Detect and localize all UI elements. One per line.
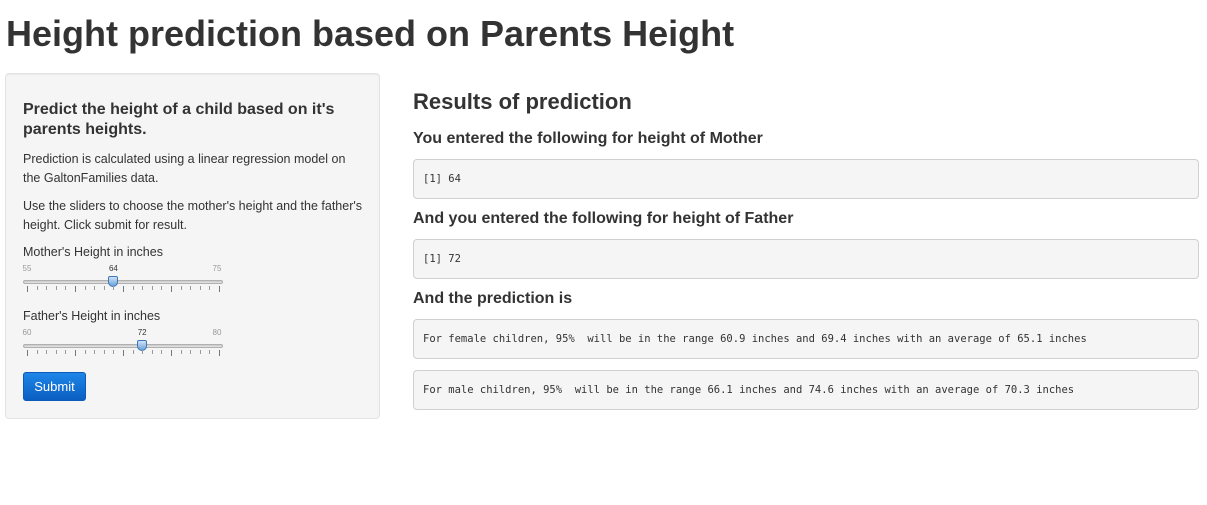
slider-tick <box>27 350 28 356</box>
slider-tick <box>113 350 115 354</box>
slider-tick <box>180 286 182 290</box>
slider-tick <box>75 350 76 356</box>
submit-button[interactable]: Submit <box>23 372 86 401</box>
slider-tick <box>94 350 96 354</box>
slider-tick <box>103 350 105 354</box>
slider-tick <box>94 286 96 290</box>
slider-tick <box>27 286 28 292</box>
slider-tick <box>75 286 76 292</box>
mother-slider-max-label: 75 <box>212 264 222 273</box>
slider-tick <box>209 350 211 354</box>
results-heading: Results of prediction <box>413 89 632 114</box>
father-slider-max-label: 80 <box>212 328 222 337</box>
slider-tick <box>46 286 48 290</box>
slider-tick <box>190 350 192 354</box>
slider-tick <box>171 286 172 292</box>
slider-tick <box>84 286 86 290</box>
slider-tick <box>161 350 163 354</box>
sidebar-instructions: Use the sliders to choose the mother's h… <box>23 199 362 232</box>
father-slider-ticks <box>23 350 223 357</box>
slider-tick <box>209 286 211 290</box>
slider-tick <box>65 350 67 354</box>
slider-tick <box>219 350 220 356</box>
slider-tick <box>84 350 86 354</box>
slider-tick <box>190 286 192 290</box>
slider-tick <box>171 350 172 356</box>
page-title: Height prediction based on Parents Heigh… <box>6 13 735 54</box>
prediction-heading: And the prediction is <box>413 290 573 307</box>
slider-tick <box>55 350 57 354</box>
slider-tick <box>55 286 57 290</box>
slider-tick <box>132 286 134 290</box>
father-slider-value-label: 72 <box>137 328 147 337</box>
slider-tick <box>36 350 38 354</box>
slider-tick <box>161 286 163 290</box>
slider-tick <box>36 286 38 290</box>
slider-tick <box>142 286 144 290</box>
slider-tick <box>142 350 144 354</box>
slider-tick <box>113 286 115 290</box>
slider-tick <box>199 350 201 354</box>
slider-tick <box>46 350 48 354</box>
slider-tick <box>132 350 134 354</box>
sidebar-heading: Predict the height of a child based on i… <box>23 101 335 138</box>
mother-height-slider[interactable]: 55 64 75 <box>23 260 223 308</box>
results-panel: Results of prediction You entered the fo… <box>413 88 1199 410</box>
female-prediction-output: For female children, 95% will be in the … <box>413 319 1199 359</box>
father-height-label: Father's Height in inches <box>23 309 161 323</box>
slider-tick <box>151 350 153 354</box>
sidebar-panel: Predict the height of a child based on i… <box>5 73 380 419</box>
male-prediction-output: For male children, 95% will be in the ra… <box>413 370 1199 410</box>
mother-height-label: Mother's Height in inches <box>23 245 163 259</box>
father-height-slider[interactable]: 60 72 80 <box>23 324 223 372</box>
mother-slider-value-label: 64 <box>108 264 118 273</box>
father-slider-min-label: 60 <box>22 328 32 337</box>
father-height-output: [1] 72 <box>413 239 1199 279</box>
sidebar-description: Prediction is calculated using a linear … <box>23 152 346 185</box>
slider-tick <box>123 350 124 356</box>
mother-height-output: [1] 64 <box>413 159 1199 199</box>
mother-slider-min-label: 55 <box>22 264 32 273</box>
slider-tick <box>180 350 182 354</box>
father-slider-track[interactable] <box>23 344 223 348</box>
slider-tick <box>199 286 201 290</box>
father-result-heading: And you entered the following for height… <box>413 210 794 227</box>
slider-tick <box>103 286 105 290</box>
slider-tick <box>219 286 220 292</box>
slider-tick <box>65 286 67 290</box>
mother-slider-ticks <box>23 286 223 293</box>
mother-slider-track[interactable] <box>23 280 223 284</box>
slider-tick <box>151 286 153 290</box>
mother-result-heading: You entered the following for height of … <box>413 130 763 147</box>
slider-tick <box>123 286 124 292</box>
